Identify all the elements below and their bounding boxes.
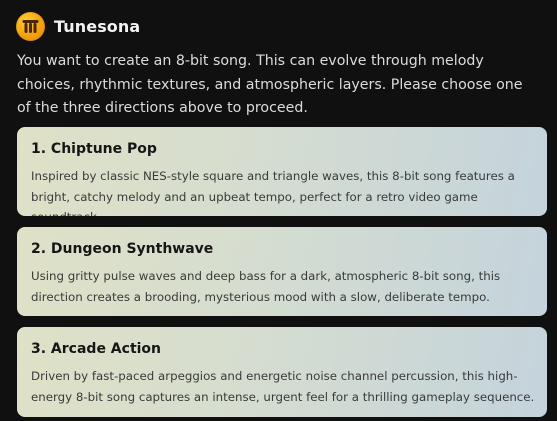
option-description: Inspired by classic NES-style square and… (31, 169, 515, 216)
option-card-arcade-action[interactable]: 3. Arcade Action Driven by fast-paced ar… (17, 327, 547, 417)
assistant-header: Tunesona (16, 11, 140, 41)
option-title: 2. Dungeon Synthwave (31, 241, 214, 257)
option-description: Driven by fast-paced arpeggios and energ… (31, 369, 535, 404)
option-description: Using gritty pulse waves and deep bass f… (31, 269, 501, 304)
tunesona-logo-icon (16, 11, 45, 41)
assistant-message: You want to create an 8-bit song. This c… (17, 53, 523, 116)
assistant-name: Tunesona (54, 16, 141, 36)
option-card-dungeon-synthwave[interactable]: 2. Dungeon Synthwave Using gritty pulse … (17, 227, 547, 316)
option-card-chiptune-pop[interactable]: 1. Chiptune Pop Inspired by classic NES-… (17, 127, 547, 216)
option-title: 1. Chiptune Pop (31, 141, 157, 157)
chat-panel: Tunesona You want to create an 8-bit son… (0, 0, 557, 421)
option-title: 3. Arcade Action (31, 341, 162, 357)
